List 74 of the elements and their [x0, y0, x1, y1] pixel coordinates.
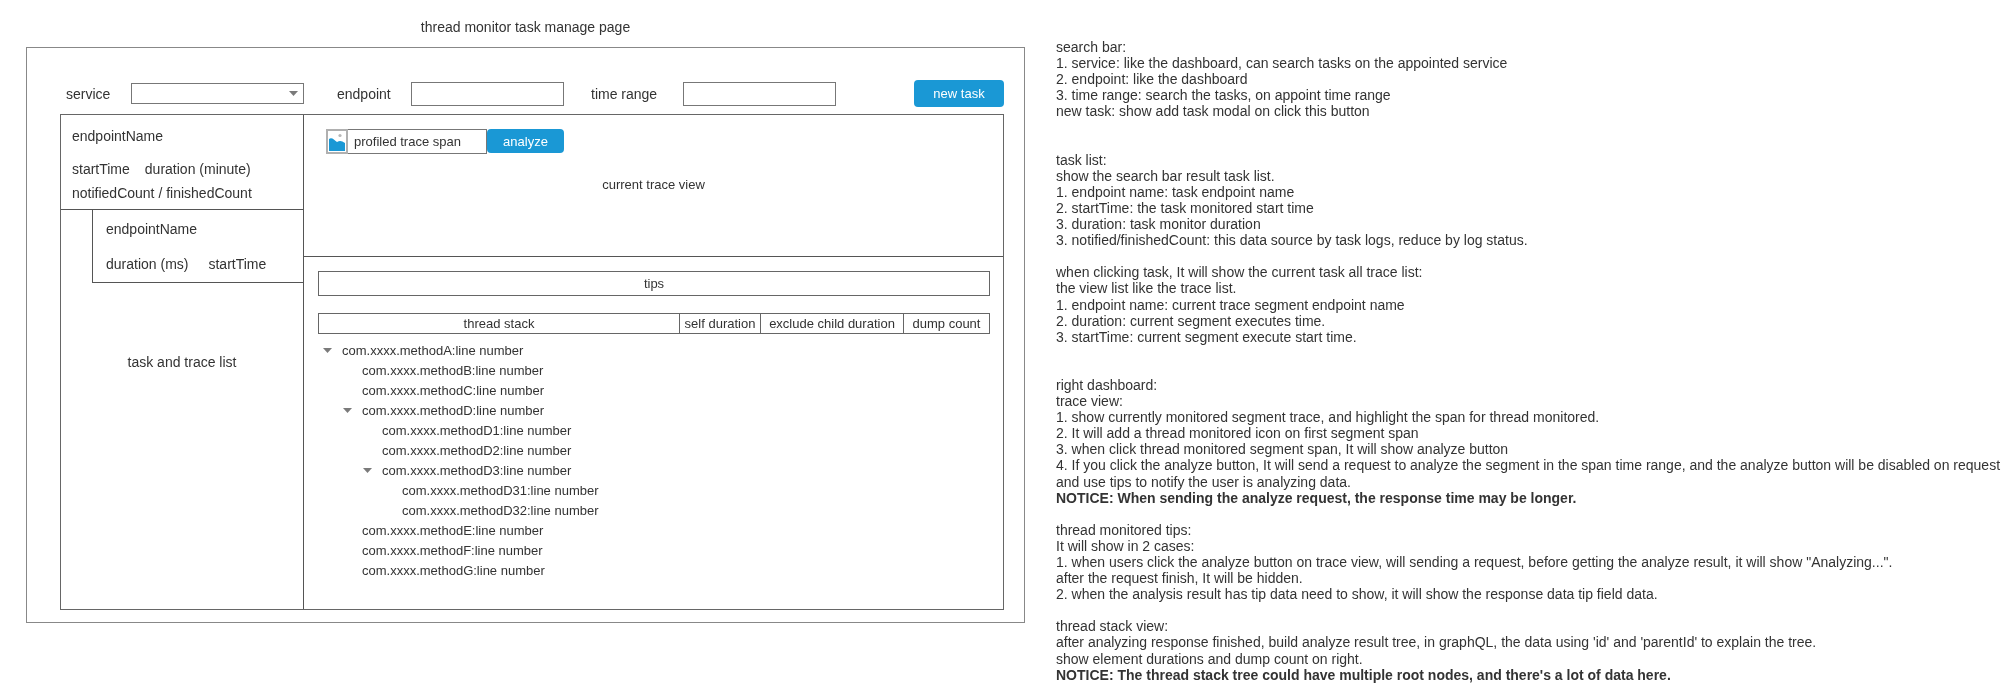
note-text: 3. time range: search the tasks, on appoint time range [1056, 87, 1391, 104]
caret-icon[interactable] [323, 347, 332, 353]
trace-start-time-label: startTime [208, 256, 267, 272]
time-range-field[interactable] [683, 81, 836, 106]
task-start-time-label: startTime [72, 161, 130, 177]
column-header: self duration [680, 313, 761, 334]
caret-icon [289, 91, 298, 96]
trace-endpoint-label: endpointName [106, 221, 198, 237]
tree-node-label[interactable]: com.xxxx.methodG:line number [362, 562, 545, 578]
caret-icon[interactable] [343, 407, 352, 413]
note-text: 1. endpoint name: task endpoint name [1056, 183, 1295, 200]
service-select[interactable] [131, 83, 304, 104]
note-text: after the request finish, It will be hidden. [1056, 570, 1303, 587]
note-text: 1. show currently monitored segment trace, and highlight the span for thread monitored. [1056, 409, 1600, 426]
note-text: thread monitored tips: [1056, 521, 1192, 538]
note-text: 3. notified/finishedCount: this data source by task logs, reduce by log status. [1056, 232, 1528, 249]
tree-node-label[interactable]: com.xxxx.methodD31:line number [402, 482, 599, 498]
note-text: 1. when users click the analyze button on trace view, will sending a request, before getting the analyze result, it will show "Analyzing...". [1056, 554, 1893, 571]
tree-node-label[interactable]: com.xxxx.methodD32:line number [402, 502, 599, 518]
tree-node-label[interactable]: com.xxxx.methodD1:line number [382, 422, 572, 438]
note-text: 2. endpoint: like the dashboard [1056, 71, 1248, 88]
note-text: 3. duration: task monitor duration [1056, 216, 1261, 233]
tree-node-label[interactable]: com.xxxx.methodD3:line number [382, 462, 572, 478]
tree-node-label[interactable]: com.xxxx.methodD2:line number [382, 442, 572, 458]
note-text: 2. It will add a thread monitored icon on first segment span [1056, 425, 1419, 442]
task-list-caption: task and trace list [127, 354, 237, 371]
trace-span[interactable]: profiled trace span [326, 129, 487, 154]
note-text: right dashboard: [1056, 376, 1158, 394]
service-label: service [66, 85, 112, 102]
note-text: 3. when click thread monitored segment span, It will show analyze button [1056, 441, 1509, 458]
note-text: new task: show add task modal on click this button [1056, 103, 1370, 120]
task-count-label: notifiedCount / finishedCount [72, 185, 252, 201]
note-text: It will show in 2 cases: [1056, 537, 1195, 554]
endpoint-label: endpoint [337, 85, 392, 102]
task-card[interactable]: endpointName startTime duration (minute) notifiedCount / finishedCount [61, 115, 303, 210]
time-range-label: time range [591, 85, 659, 102]
note-text: after analyzing response finished, build analyze result tree, in graphQL, the data using 'id' and 'parentId' to explain the tree. [1056, 634, 1817, 651]
note-text: 2. duration: current segment executes time. [1056, 312, 1326, 329]
trace-card[interactable]: endpointName duration (ms) startTime [92, 210, 303, 283]
note-text: and use tips to notify the user is analyzing data. [1056, 473, 1351, 490]
tree-node-label[interactable]: com.xxxx.methodF:line number [362, 542, 543, 558]
tree-node-label[interactable]: com.xxxx.methodB:line number [362, 362, 544, 378]
tree-node-label[interactable]: com.xxxx.methodD:line number [362, 402, 545, 418]
note-text: search bar: [1056, 39, 1127, 56]
note-text: 2. startTime: the task monitored start time [1056, 199, 1314, 217]
column-header: dump count [904, 313, 990, 334]
page-title: thread monitor task manage page [420, 19, 631, 36]
notice-text: NOTICE: When sending the analyze request, the response time may be longer. [1056, 489, 1577, 506]
tree-node-label[interactable]: com.xxxx.methodA:line number [342, 342, 524, 358]
notice-text: NOTICE: The thread stack tree could have multiple root nodes, and there's a lot of data here. [1056, 666, 1671, 683]
task-duration-label: duration (minute) [144, 161, 251, 177]
note-text: thread stack view: [1056, 618, 1169, 635]
endpoint-field[interactable] [411, 81, 564, 106]
column-header: thread stack [318, 313, 680, 334]
note-text: show element durations and dump count on right. [1056, 650, 1363, 667]
tips-banner: tips [318, 271, 990, 296]
note-text: 2. when the analysis result has tip data need to show, it will show the response data tip field data. [1056, 586, 1658, 603]
caret-icon[interactable] [363, 467, 372, 473]
note-text: 1. service: like the dashboard, can search tasks on the appointed service [1056, 55, 1508, 72]
note-text: task list: [1056, 151, 1107, 168]
note-text: show the search bar result task list. [1056, 167, 1275, 184]
tree-node-label[interactable]: com.xxxx.methodE:line number [362, 522, 544, 538]
column-header: exclude child duration [761, 313, 904, 334]
note-text: 3. startTime: current segment execute start time. [1056, 328, 1357, 345]
trace-view-caption: current trace view [602, 177, 705, 193]
note-text: 1. endpoint name: current trace segment endpoint name [1056, 296, 1405, 313]
trace-duration-label: duration (ms) [106, 256, 189, 272]
note-text: 4. If you click the analyze button, It will send a request to analyze the segment in the span time range, and the analyze button will be disabled on request [1056, 457, 2001, 474]
task-endpoint-label: endpointName [72, 128, 164, 144]
note-text: the view list like the trace list. [1056, 280, 1237, 297]
note-text: trace view: [1056, 393, 1123, 410]
image-icon [326, 129, 348, 154]
tree-node-label[interactable]: com.xxxx.methodC:line number [362, 382, 545, 398]
note-text: when clicking task, It will show the current task all trace list: [1056, 264, 1423, 281]
